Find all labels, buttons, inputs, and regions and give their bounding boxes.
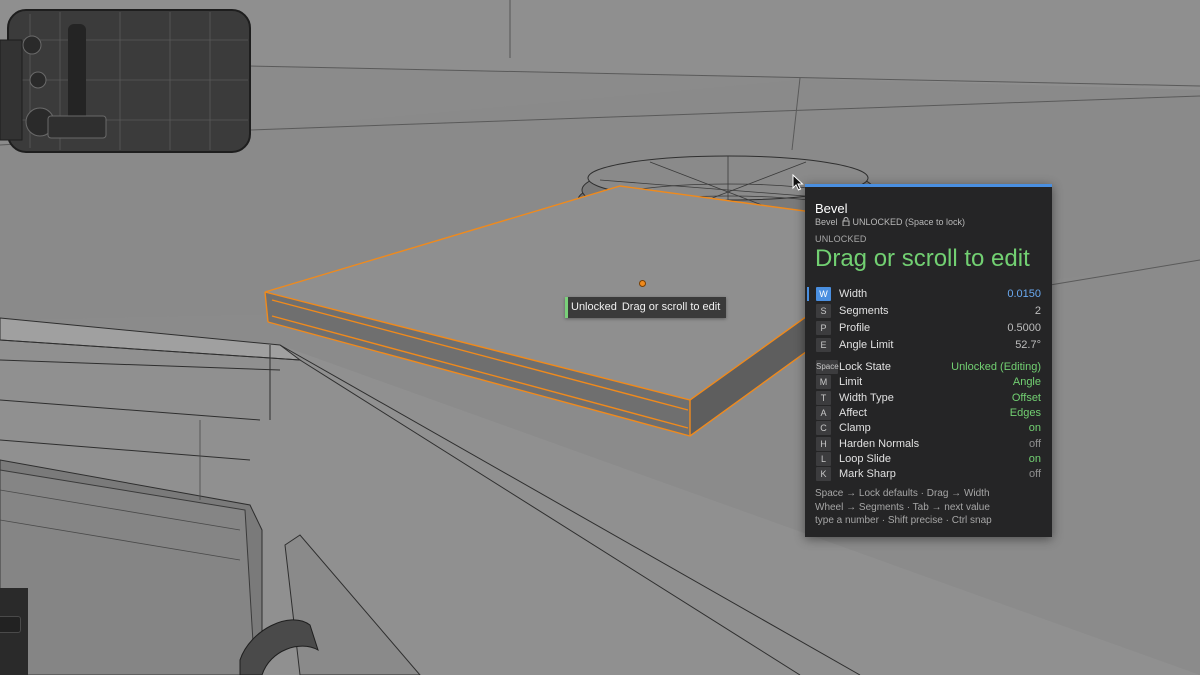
param-value[interactable]: 52.7°	[1015, 338, 1041, 352]
param-label: Angle Limit	[839, 339, 894, 351]
shortcut-key: K	[816, 467, 831, 481]
param-label: Width	[839, 288, 868, 300]
option-label: Limit	[839, 376, 863, 388]
panel-subtitle: Bevel UNLOCKED (Space to lock)	[815, 217, 965, 228]
option-value[interactable]: on	[1029, 421, 1041, 435]
shortcut-key: S	[816, 304, 831, 318]
option-value[interactable]: Unlocked (Editing)	[951, 360, 1041, 374]
option-label: Lock State	[839, 361, 891, 373]
option-row-clamp[interactable]: C Clamp on	[805, 421, 1052, 436]
param-label: Segments	[839, 305, 889, 317]
param-row-profile[interactable]: P Profile 0.5000	[805, 321, 1052, 336]
param-row-angle-limit[interactable]: E Angle Limit 52.7°	[805, 338, 1052, 353]
param-value[interactable]: 2	[1035, 304, 1041, 318]
corner-widget[interactable]	[0, 588, 28, 675]
param-value[interactable]: 0.0150	[1007, 287, 1041, 301]
option-label: Width Type	[839, 392, 894, 404]
help-line: Space → Lock defaults · Drag → Width	[815, 488, 990, 499]
shortcut-key: H	[816, 437, 831, 451]
help-line: Wheel → Segments · Tab → next value	[815, 502, 990, 513]
subtitle-operator: Bevel	[815, 217, 838, 227]
shortcut-key: T	[816, 391, 831, 405]
option-row-limit[interactable]: M Q Limit Angle	[805, 375, 1052, 401]
shortcut-key: W	[816, 287, 831, 301]
tooltip-hint: Drag or scroll to edit	[621, 301, 721, 313]
option-value[interactable]: on	[1029, 452, 1041, 466]
help-line: type a number · Shift precise · Ctrl sna…	[815, 515, 992, 526]
option-row-harden-normals[interactable]: H Harden Normals off	[805, 437, 1052, 452]
option-value[interactable]: Angle	[1013, 375, 1041, 389]
tooltip-state: Unlocked	[571, 301, 617, 313]
shortcut-key: L	[816, 452, 831, 466]
bevel-operator-panel[interactable]: Bevel Bevel UNLOCKED (Space to lock) UNLO…	[805, 184, 1052, 537]
option-row-loop-slide[interactable]: L Loop Slide on	[805, 452, 1052, 467]
lock-icon	[842, 217, 850, 228]
active-indicator	[807, 287, 809, 301]
option-label: Clamp	[839, 422, 871, 434]
corner-field[interactable]	[0, 616, 21, 633]
option-label: Harden Normals	[839, 438, 920, 450]
param-label: Profile	[839, 322, 871, 334]
subtitle-lock-status: UNLOCKED (Space to lock)	[852, 217, 966, 227]
mouse-cursor-icon	[792, 173, 804, 196]
option-row-affect[interactable]: A Affect Edges	[805, 406, 1052, 421]
shortcut-key: C	[816, 421, 831, 435]
edit-hint: Drag or scroll to edit	[815, 245, 1030, 272]
lock-state-caption: UNLOCKED	[815, 234, 867, 244]
option-label: Loop Slide	[839, 453, 891, 465]
shortcut-key: A	[816, 406, 831, 420]
shortcut-key: E	[816, 338, 831, 352]
on-object-tooltip: Unlocked Drag or scroll to edit	[565, 297, 727, 318]
param-row-segments[interactable]: S Segments 2	[805, 304, 1052, 319]
param-value[interactable]: 0.5000	[1007, 321, 1041, 335]
shortcut-key: P	[816, 321, 831, 335]
option-row-mark-sharp[interactable]: K Mark Sharp off	[805, 467, 1052, 482]
panel-title: Bevel	[815, 201, 848, 216]
option-value[interactable]: off	[1029, 467, 1041, 481]
option-label: Affect	[839, 407, 867, 419]
shortcut-key: Space	[816, 360, 839, 374]
option-value[interactable]: Offset	[1012, 391, 1041, 405]
option-value[interactable]: Edges	[1010, 406, 1041, 420]
option-row-lock-state[interactable]: Space Lock State Unlocked (Editing)	[805, 360, 1052, 375]
option-value[interactable]: off	[1029, 437, 1041, 451]
option-row-width-type[interactable]: T Width Type Offset	[805, 391, 1052, 406]
param-row-width[interactable]: W Width 0.0150	[805, 287, 1052, 302]
shortcut-key: M Q	[816, 375, 831, 401]
pivot-point	[639, 280, 646, 287]
option-label: Mark Sharp	[839, 468, 896, 480]
